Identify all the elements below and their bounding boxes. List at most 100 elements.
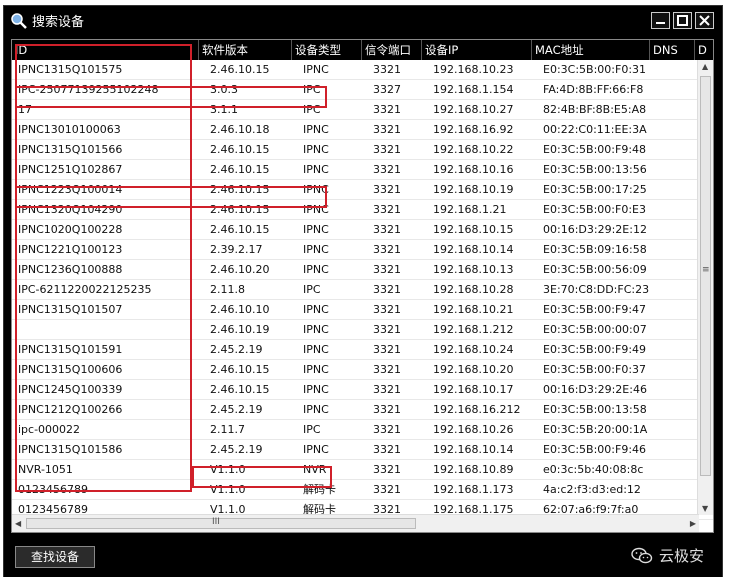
cell-signal-port: 3321 xyxy=(373,243,401,256)
table-row[interactable]: IPNC1020Q100228 2.46.10.15 IPNC 3321 192.168… xyxy=(12,220,713,240)
cell-id: IPNC13010100063 xyxy=(18,123,121,136)
vertical-scroll-thumb[interactable]: ≡ xyxy=(700,76,711,476)
cell-device-type: IPNC xyxy=(303,263,329,276)
table-row[interactable]: IPNC1315Q101586 2.45.2.19 IPNC 3321 192.168.… xyxy=(12,440,713,460)
cell-id: 0123456789 xyxy=(18,483,88,496)
cell-device-type: NVR xyxy=(303,463,327,476)
cell-mac-address: E0:3C:5B:09:16:58 xyxy=(543,243,647,256)
scroll-down-icon[interactable]: ▼ xyxy=(702,504,708,513)
cell-signal-port: 3321 xyxy=(373,383,401,396)
table-row[interactable]: IPNC1315Q101591 2.45.2.19 IPNC 3321 192.168.… xyxy=(12,340,713,360)
cell-device-type: IPNC xyxy=(303,303,329,316)
table-row[interactable]: IPNC1320Q104290 2.46.10.15 IPNC 3321 192.168… xyxy=(12,200,713,220)
table-row[interactable]: 2.46.10.19 IPNC 3321 192.168.1.212 E0:3C:5B:… xyxy=(12,320,713,340)
cell-device-type: IPC xyxy=(303,423,321,436)
cell-software-version: 2.46.10.15 xyxy=(210,383,270,396)
cell-mac-address: 4a:c2:f3:d3:ed:12 xyxy=(543,483,641,496)
maximize-button[interactable] xyxy=(673,12,692,29)
cell-id: IPNC1212Q100266 xyxy=(18,403,123,416)
cell-device-ip: 192.168.10.19 xyxy=(433,183,514,196)
table-row[interactable]: IPNC1221Q100123 2.39.2.17 IPNC 3321 192.168.… xyxy=(12,240,713,260)
column-header-software-version[interactable]: 软件版本 xyxy=(199,40,292,60)
column-header-id[interactable]: ID xyxy=(12,40,199,60)
cell-software-version: 2.39.2.17 xyxy=(210,243,263,256)
table-row[interactable]: IPNC1212Q100266 2.45.2.19 IPNC 3321 192.168.… xyxy=(12,400,713,420)
cell-signal-port: 3321 xyxy=(373,223,401,236)
close-button[interactable] xyxy=(695,12,714,29)
cell-id: IPNC1236Q100888 xyxy=(18,263,123,276)
minimize-button[interactable] xyxy=(651,12,670,29)
table-row[interactable]: IPNC13010100063 2.46.10.18 IPNC 3321 192.168… xyxy=(12,120,713,140)
table-row[interactable]: 17 3.1.1 IPC 3321 192.168.10.27 82:4B:BF:8B:E… xyxy=(12,100,713,120)
horizontal-scrollbar[interactable]: ◀ III ▶ xyxy=(12,514,699,532)
table-row[interactable]: IPC-6211220022125235 2.11.8 IPC 3321 192.168… xyxy=(12,280,713,300)
find-device-button[interactable]: 查找设备 xyxy=(15,546,95,568)
cell-device-ip: 192.168.10.23 xyxy=(433,63,514,76)
cell-id: NVR-1051 xyxy=(18,463,73,476)
table-row[interactable]: IPNC1245Q100339 2.46.10.15 IPNC 3321 192.168… xyxy=(12,380,713,400)
cell-mac-address: 3E:70:C8:DD:FC:23 xyxy=(543,283,650,296)
cell-device-type: IPNC xyxy=(303,323,329,336)
table-row[interactable]: IPNC1315Q100606 2.46.10.15 IPNC 3321 192.168… xyxy=(12,360,713,380)
cell-device-ip: 192.168.1.173 xyxy=(433,483,514,496)
cell-id: IPC-6211220022125235 xyxy=(18,283,152,296)
cell-device-type: IPNC xyxy=(303,183,329,196)
cell-software-version: 2.46.10.19 xyxy=(210,323,270,336)
column-header-signal-port[interactable]: 信令端口 xyxy=(362,40,422,60)
vertical-scrollbar[interactable]: ▲ ≡ ▼ xyxy=(697,60,713,515)
column-header-mac-address[interactable]: MAC地址 xyxy=(532,40,650,60)
scroll-right-icon[interactable]: ▶ xyxy=(690,519,696,528)
scroll-up-icon[interactable]: ▲ xyxy=(702,62,708,71)
table-row[interactable]: IPNC1236Q100888 2.46.10.20 IPNC 3321 192.168… xyxy=(12,260,713,280)
table-row[interactable]: IPC-25077139255102248 3.0.3 IPC 3327 192.168… xyxy=(12,80,713,100)
cell-device-ip: 192.168.10.22 xyxy=(433,143,514,156)
cell-id xyxy=(15,320,202,340)
cell-mac-address: E0:3C:5B:00:F9:49 xyxy=(543,343,647,356)
cell-device-type: IPC xyxy=(303,283,321,296)
watermark: 云极安 xyxy=(631,545,704,566)
cell-mac-address: E0:3C:5B:00:13:56 xyxy=(543,163,647,176)
column-header-more[interactable]: D xyxy=(695,40,713,60)
cell-signal-port: 3321 xyxy=(373,323,401,336)
column-header-device-type[interactable]: 设备类型 xyxy=(292,40,362,60)
table-row[interactable]: IPNC1315Q101507 2.46.10.10 IPNC 3321 192.168… xyxy=(12,300,713,320)
cell-software-version: V1.1.0 xyxy=(210,463,246,476)
table-row[interactable]: ipc-000022 2.11.7 IPC 3321 192.168.10.26 E0:3… xyxy=(12,420,713,440)
cell-device-ip: 192.168.16.212 xyxy=(433,403,521,416)
bottom-bar: 查找设备 云极安 xyxy=(4,537,722,577)
table-row[interactable]: 0123456789 V1.1.0 解码卡 3321 192.168.1.173 4a:c… xyxy=(12,480,713,500)
cell-mac-address: E0:3C:5B:20:00:1A xyxy=(543,423,648,436)
scroll-left-icon[interactable]: ◀ xyxy=(15,519,21,528)
horizontal-scroll-thumb[interactable]: III xyxy=(26,517,416,529)
cell-device-ip: 192.168.1.212 xyxy=(433,323,514,336)
table-row[interactable]: IPNC1315Q101566 2.46.10.15 IPNC 3321 192.168… xyxy=(12,140,713,160)
cell-mac-address: E0:3C:5B:00:17:25 xyxy=(543,183,647,196)
cell-device-ip: 192.168.10.21 xyxy=(433,303,514,316)
cell-software-version: 2.46.10.15 xyxy=(210,163,270,176)
window-title: 搜索设备 xyxy=(32,15,85,30)
table-row[interactable]: NVR-1051 V1.1.0 NVR 3321 192.168.10.89 e0:3c:… xyxy=(12,460,713,480)
cell-id: IPNC1315Q101586 xyxy=(18,443,123,456)
table-row[interactable]: IPNC1315Q101575 2.46.10.15 IPNC 3321 192.168… xyxy=(12,60,713,80)
cell-device-type: IPNC xyxy=(303,163,329,176)
cell-signal-port: 3321 xyxy=(373,123,401,136)
cell-software-version: 2.45.2.19 xyxy=(210,343,263,356)
cell-device-type: IPNC xyxy=(303,203,329,216)
cell-id: IPNC1315Q100606 xyxy=(18,363,123,376)
cell-id: IPNC1223Q100014 xyxy=(18,183,123,196)
column-header-dns[interactable]: DNS xyxy=(650,40,695,60)
cell-device-ip: 192.168.10.14 xyxy=(433,443,514,456)
table-row[interactable]: IPNC1251Q102867 2.46.10.15 IPNC 3321 192.168… xyxy=(12,160,713,180)
cell-mac-address: e0:3c:5b:40:08:8c xyxy=(543,463,644,476)
cell-signal-port: 3321 xyxy=(373,363,401,376)
table-row[interactable]: IPNC1223Q100014 2.46.10.15 IPNC 3321 192.168… xyxy=(12,180,713,200)
cell-software-version: V1.1.0 xyxy=(210,483,246,496)
maximize-icon xyxy=(677,15,688,26)
cell-software-version: 2.46.10.18 xyxy=(210,123,270,136)
cell-software-version: 2.46.10.15 xyxy=(210,203,270,216)
cell-device-type: IPNC xyxy=(303,363,329,376)
cell-device-type: IPNC xyxy=(303,343,329,356)
column-header-device-ip[interactable]: 设备IP xyxy=(422,40,532,60)
cell-id: IPNC1315Q101575 xyxy=(18,63,123,76)
cell-software-version: 2.45.2.19 xyxy=(210,403,263,416)
